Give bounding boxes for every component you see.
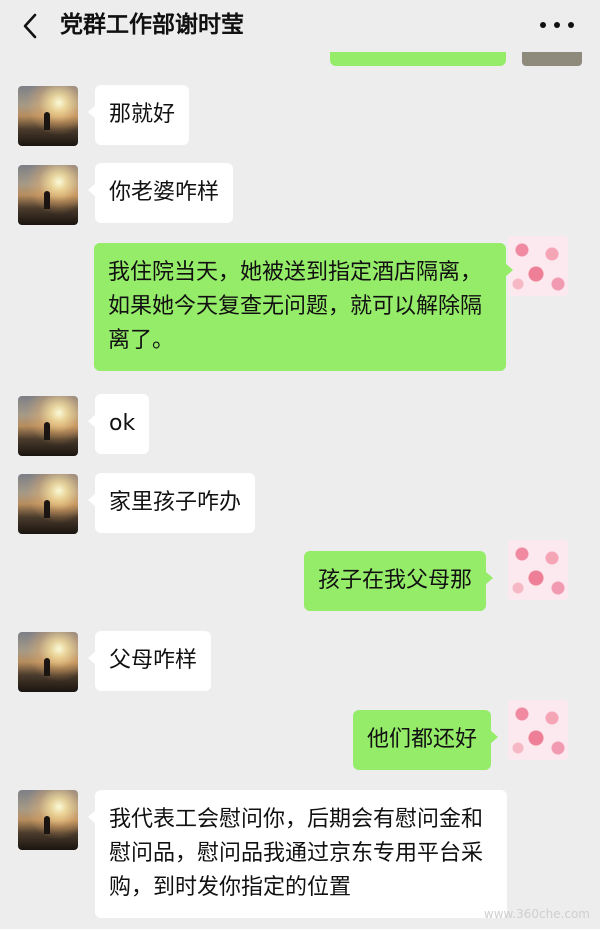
incoming-message-bubble: 你老婆咋样 xyxy=(87,163,234,223)
chat-header: 党群工作部谢时莹 xyxy=(0,0,600,52)
my-avatar[interactable] xyxy=(508,540,568,600)
my-avatar[interactable] xyxy=(508,236,568,296)
incoming-message-bubble: 父母咋样 xyxy=(87,631,212,691)
incoming-message-bubble: ok xyxy=(87,394,150,454)
incoming-message-bubble: 我代表工会慰问你，后期会有慰问金和慰问品，慰问品我通过京东专用平台采购，到时发你… xyxy=(88,790,507,918)
more-dots-icon[interactable] xyxy=(540,22,576,30)
my-avatar[interactable] xyxy=(508,700,568,760)
contact-avatar[interactable] xyxy=(18,86,78,146)
outgoing-message-bubble: 我住院当天，她被送到指定酒店隔离，如果她今天复查无问题，就可以解除隔离了。 xyxy=(94,243,513,371)
outgoing-message-bubble: 他们都还好 xyxy=(353,710,499,770)
contact-avatar[interactable] xyxy=(18,396,78,456)
incoming-message-bubble: 那就好 xyxy=(87,85,190,145)
contact-avatar[interactable] xyxy=(18,474,78,534)
contact-avatar[interactable] xyxy=(18,632,78,692)
contact-avatar[interactable] xyxy=(18,790,78,850)
incoming-message-bubble: 家里孩子咋办 xyxy=(87,473,256,533)
chevron-left-icon[interactable] xyxy=(18,12,46,40)
chat-title: 党群工作部谢时莹 xyxy=(60,12,244,38)
contact-avatar[interactable] xyxy=(18,165,78,225)
watermark: www.360che.com xyxy=(483,907,590,921)
outgoing-message-bubble: 孩子在我父母那 xyxy=(304,551,494,611)
